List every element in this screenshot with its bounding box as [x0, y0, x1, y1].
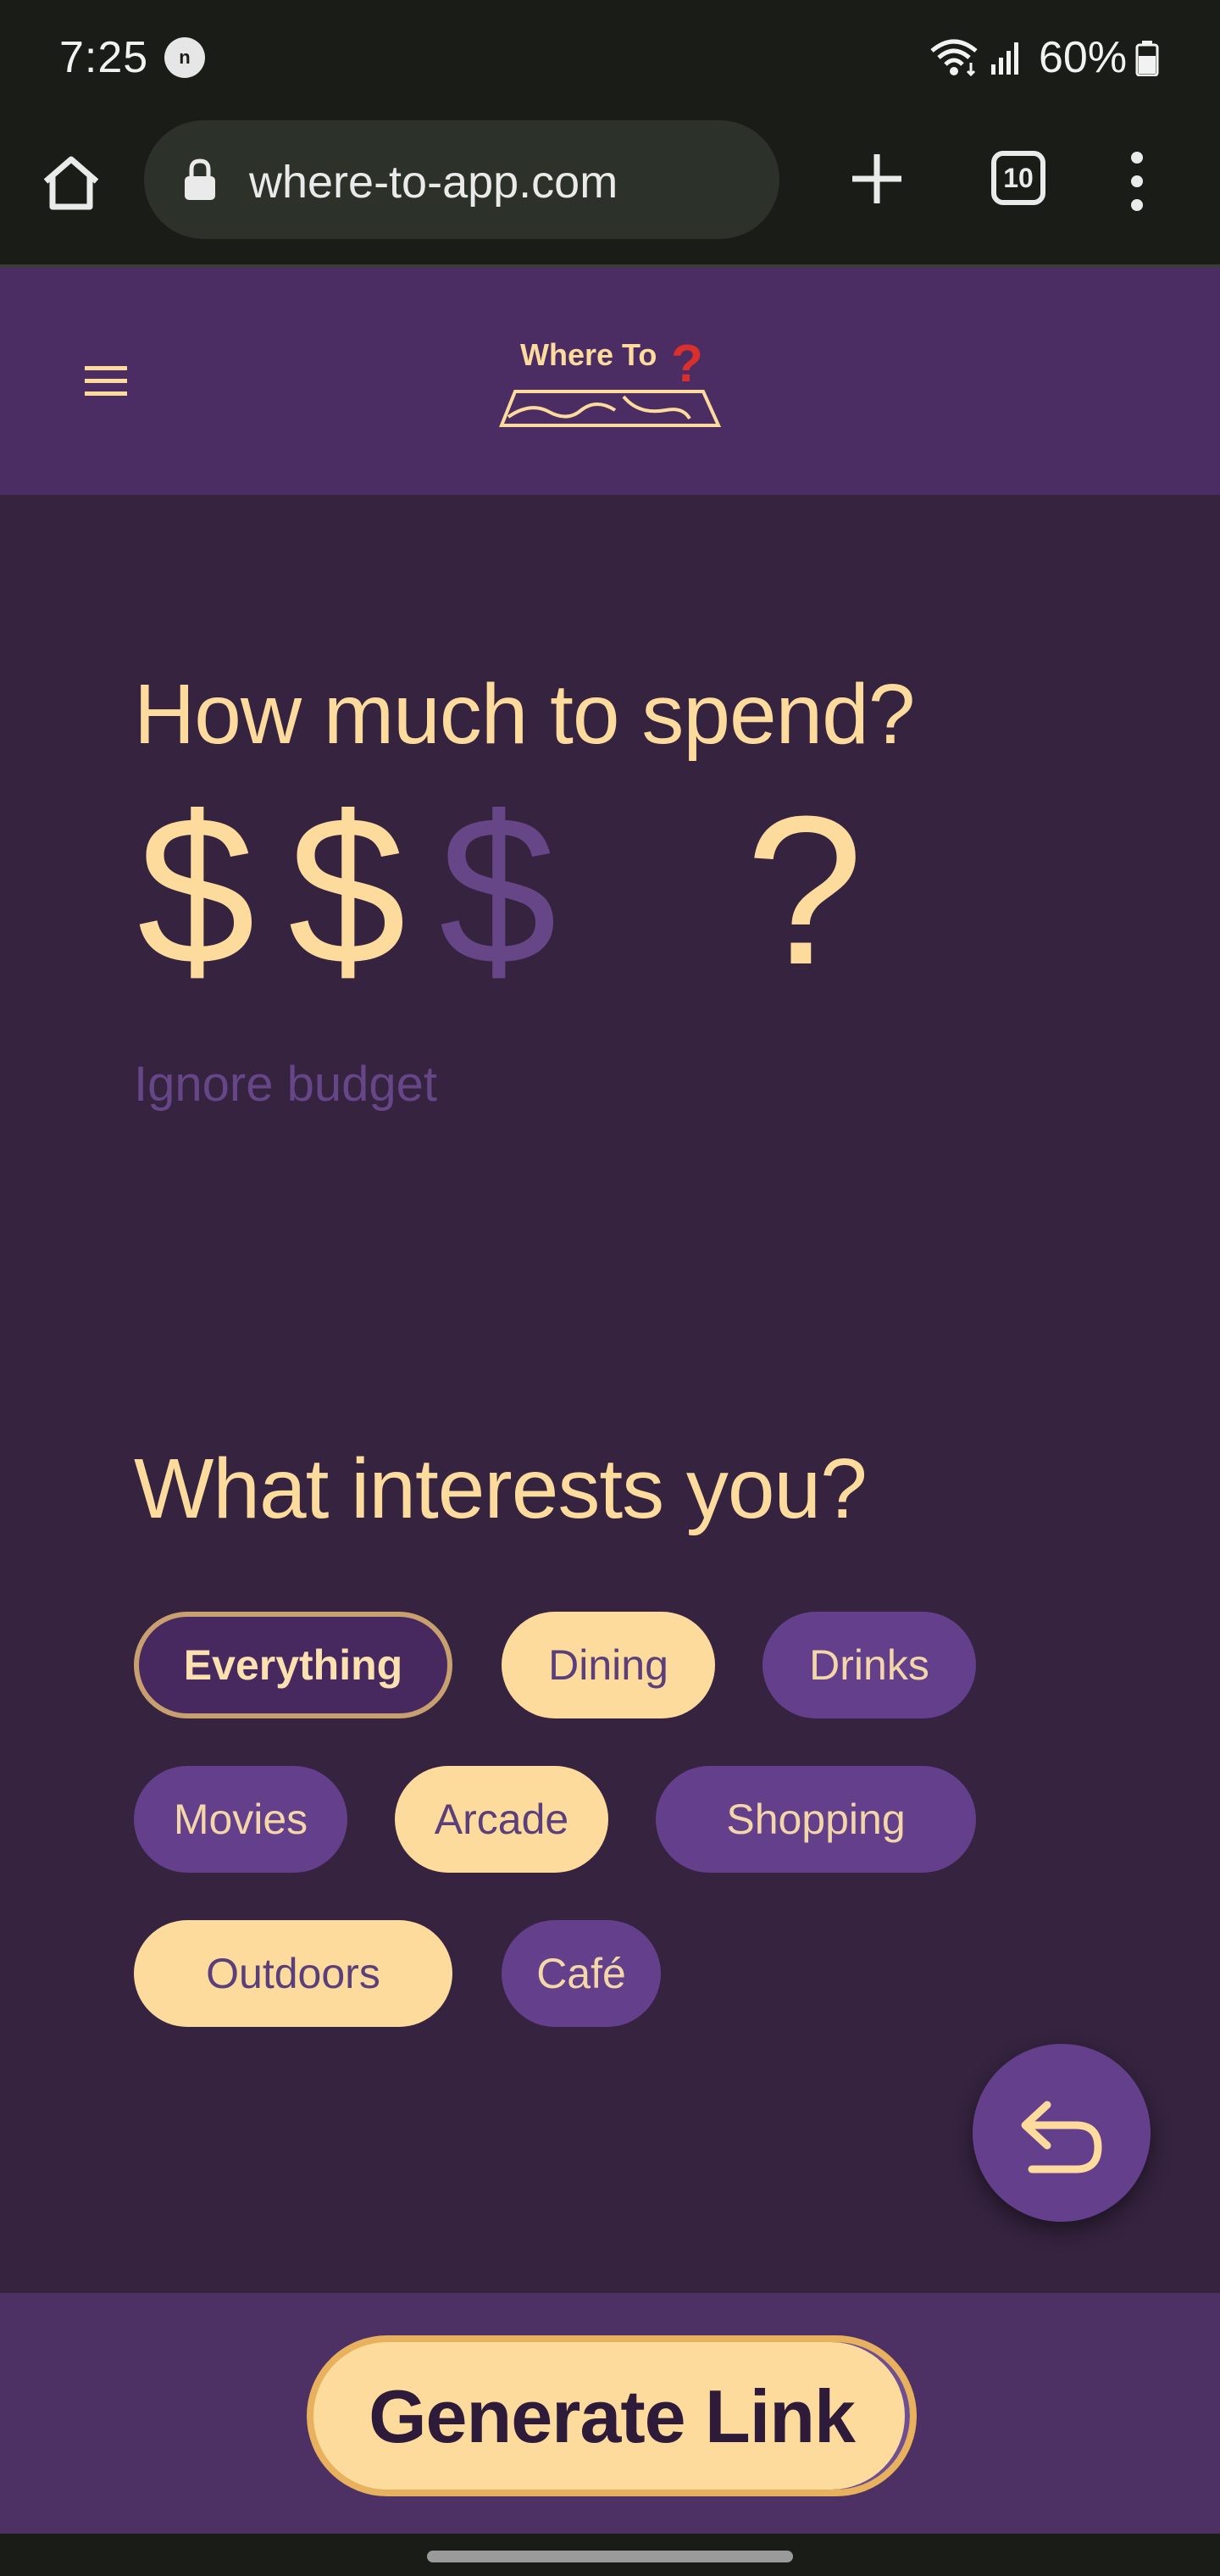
budget-level-3[interactable]: $	[439, 785, 557, 997]
undo-icon	[1021, 2101, 1102, 2174]
plus-icon[interactable]	[846, 147, 908, 210]
svg-text:?: ?	[671, 335, 703, 393]
budget-heading: How much to spend?	[134, 667, 915, 762]
lock-icon	[185, 158, 215, 200]
battery-icon	[1135, 41, 1159, 76]
bottom-action-bar: Generate Link	[0, 2293, 1220, 2534]
signal-icon	[991, 42, 1018, 75]
address-bar[interactable]: where-to-app.com	[144, 120, 779, 239]
wifi-icon	[930, 39, 978, 76]
chip-outdoors[interactable]: Outdoors	[134, 1920, 452, 2027]
battery-percent: 60%	[1039, 33, 1128, 82]
chip-arcade[interactable]: Arcade	[395, 1766, 608, 1873]
url-text: where-to-app.com	[249, 157, 618, 208]
budget-unknown-button[interactable]: ?	[746, 785, 863, 997]
app-header: Where To ?	[0, 268, 1220, 495]
chip-everything[interactable]: Everything	[134, 1612, 452, 1718]
chip-dining[interactable]: Dining	[502, 1612, 715, 1718]
app-logo[interactable]: Where To ?	[496, 334, 725, 436]
undo-button[interactable]	[973, 2044, 1151, 2222]
chip-movies[interactable]: Movies	[134, 1766, 347, 1873]
budget-level-1[interactable]: $	[137, 785, 255, 997]
chip-cafe[interactable]: Café	[502, 1920, 661, 2027]
gesture-handle[interactable]	[427, 2551, 793, 2562]
chip-drinks[interactable]: Drinks	[762, 1612, 976, 1718]
notification-icon: n	[164, 37, 205, 78]
system-nav-bar	[0, 2534, 1220, 2576]
browser-toolbar: where-to-app.com 10	[0, 115, 1220, 268]
chip-shopping[interactable]: Shopping	[656, 1766, 976, 1873]
home-icon[interactable]	[39, 151, 103, 215]
status-time: 7:25	[59, 33, 149, 82]
budget-level-2[interactable]: $	[288, 785, 406, 997]
generate-link-button[interactable]: Generate Link	[307, 2335, 917, 2496]
interests-heading: What interests you?	[134, 1441, 868, 1536]
hamburger-icon[interactable]	[85, 364, 127, 398]
logo-map-icon: ?	[499, 335, 722, 427]
status-bar: 7:25 n 60%	[0, 0, 1220, 115]
tabs-icon[interactable]: 10	[991, 151, 1045, 205]
more-vert-icon[interactable]	[1120, 147, 1154, 215]
ignore-budget-link[interactable]: Ignore budget	[134, 1056, 437, 1113]
